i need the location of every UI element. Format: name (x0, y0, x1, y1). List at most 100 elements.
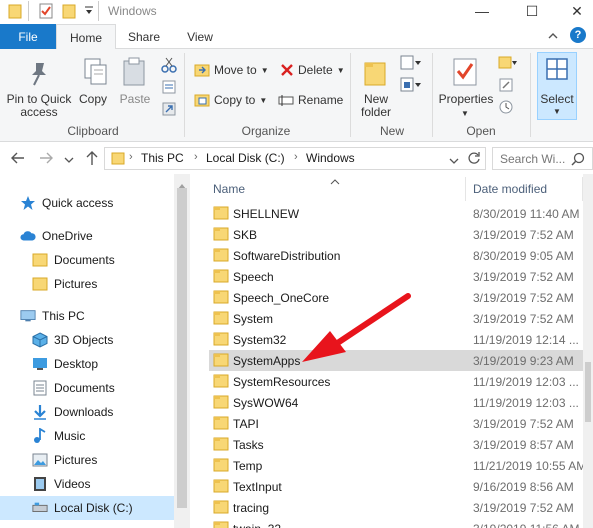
move-to-button[interactable]: Move to ▼ (194, 63, 269, 77)
nav-item-local-disk[interactable]: Local Disk (C:) (0, 496, 174, 520)
breadcrumb-chevron-icon[interactable]: › (129, 151, 133, 163)
nav-item-quick-access[interactable]: Quick access (20, 192, 170, 214)
file-list-scrollbar[interactable] (583, 174, 593, 528)
file-row[interactable]: SHELLNEW 8/30/2019 11:40 AM (209, 203, 583, 224)
properties-dropdown-icon[interactable]: ▼ (461, 109, 469, 118)
nav-item-documents[interactable]: Documents (32, 377, 170, 399)
address-bar[interactable]: › This PC › Local Disk (C:) › Windows (104, 147, 486, 170)
nav-item-music[interactable]: Music (32, 425, 170, 447)
file-date-modified: 3/19/2019 8:57 AM (473, 438, 574, 452)
ribbon-separator (350, 53, 351, 137)
nav-item-onedrive[interactable]: OneDrive (20, 225, 170, 247)
column-header-date-modified[interactable]: Date modified (473, 182, 547, 196)
file-row[interactable]: SoftwareDistribution 8/30/2019 9:05 AM (209, 245, 583, 266)
folder-icon (213, 248, 229, 265)
file-name: Speech_OneCore (233, 291, 330, 305)
nav-scrollbar[interactable] (174, 174, 190, 528)
copy-path-icon[interactable] (161, 79, 177, 98)
column-header-name[interactable]: Name (213, 182, 245, 196)
up-arrow-icon[interactable] (85, 150, 99, 169)
file-name: tracing (233, 501, 270, 515)
breadcrumb-this-pc[interactable]: This PC (141, 151, 184, 165)
folder-icon (8, 3, 22, 22)
file-date-modified: 9/16/2019 8:56 AM (473, 480, 574, 494)
help-button[interactable]: ? (570, 27, 586, 43)
minimize-button[interactable]: — (460, 0, 504, 22)
file-row[interactable]: SysWOW64 11/19/2019 12:03 ... (209, 392, 583, 413)
new-folder-button[interactable]: New folder (356, 93, 396, 119)
nav-item-downloads[interactable]: Downloads (32, 401, 170, 423)
file-row[interactable]: Temp 11/21/2019 10:55 AM (209, 455, 586, 476)
recent-locations-icon[interactable] (64, 153, 74, 167)
breadcrumb-local-disk[interactable]: Local Disk (C:) (206, 151, 285, 165)
nav-item-pictures[interactable]: Pictures (32, 449, 170, 471)
rename-button[interactable]: Rename (278, 93, 343, 107)
file-row[interactable]: tracing 3/19/2019 7:52 AM (209, 497, 583, 518)
collapse-ribbon-icon[interactable] (547, 30, 559, 44)
refresh-icon[interactable] (467, 151, 481, 168)
file-row[interactable]: SKB 3/19/2019 7:52 AM (209, 224, 583, 245)
nav-item-videos[interactable]: Videos (32, 473, 170, 495)
copy-button[interactable]: Copy (76, 93, 110, 106)
search-box[interactable]: Search Wi... (492, 147, 593, 170)
ribbon-separator (184, 53, 185, 137)
tab-file[interactable]: File (0, 24, 56, 49)
open-icon[interactable] (498, 55, 518, 74)
rename-label: Rename (298, 93, 344, 107)
tab-share[interactable]: Share (120, 24, 168, 49)
folder-icon (213, 227, 229, 244)
file-row[interactable]: SystemApps 3/19/2019 9:23 AM (209, 350, 583, 371)
paste-button[interactable]: Paste (116, 93, 154, 106)
breadcrumb-chevron-icon[interactable]: › (194, 151, 198, 163)
search-input[interactable]: Search Wi... (500, 152, 565, 166)
forward-arrow-icon[interactable] (38, 151, 54, 168)
nav-item-onedrive-pictures[interactable]: Pictures (32, 273, 170, 295)
file-list-scrollbar-thumb[interactable] (585, 362, 591, 422)
file-row[interactable]: TAPI 3/19/2019 7:52 AM (209, 413, 583, 434)
organize-group-label: Organize (241, 124, 291, 138)
nav-item-this-pc[interactable]: This PC (20, 305, 170, 327)
folder-icon (213, 437, 229, 454)
nav-scrollbar-thumb[interactable] (177, 188, 187, 508)
tab-view[interactable]: View (176, 24, 224, 49)
file-row[interactable]: System32 11/19/2019 12:14 ... (209, 329, 583, 350)
nav-item-3d-objects[interactable]: 3D Objects (32, 329, 170, 351)
paste-shortcut-icon[interactable] (161, 101, 177, 120)
properties-quick-icon[interactable] (38, 3, 54, 22)
copy-to-button[interactable]: Copy to ▼ (194, 93, 267, 107)
file-row[interactable]: TextInput 9/16/2019 8:56 AM (209, 476, 583, 497)
address-dropdown-icon[interactable] (449, 154, 459, 168)
cut-icon[interactable] (161, 57, 177, 76)
nav-item-desktop[interactable]: Desktop (32, 353, 170, 375)
easy-access-icon[interactable] (400, 77, 422, 96)
file-row[interactable]: System 3/19/2019 7:52 AM (209, 308, 583, 329)
file-name: TAPI (233, 417, 259, 431)
breadcrumb-windows[interactable]: Windows (306, 151, 355, 165)
nav-item-onedrive-documents[interactable]: Documents (32, 249, 170, 271)
file-row[interactable]: SystemResources 11/19/2019 12:03 ... (209, 371, 583, 392)
tab-home[interactable]: Home (56, 24, 116, 50)
customize-quick-access-icon[interactable] (84, 4, 94, 19)
file-row[interactable]: Tasks 3/19/2019 8:57 AM (209, 434, 583, 455)
history-icon[interactable] (498, 99, 514, 118)
column-divider[interactable] (465, 177, 466, 201)
new-folder-quick-icon[interactable] (62, 3, 76, 22)
edit-icon[interactable] (498, 77, 514, 96)
file-row[interactable]: twain_32 3/19/2019 11:56 AM (209, 518, 583, 528)
pin-to-quick-access-button[interactable]: Pin to Quick access (4, 93, 74, 119)
file-row[interactable]: Speech_OneCore 3/19/2019 7:52 AM (209, 287, 583, 308)
breadcrumb-chevron-icon[interactable]: › (294, 151, 298, 163)
file-row[interactable]: Speech 3/19/2019 7:52 AM (209, 266, 583, 287)
new-folder-label-line2: folder (360, 105, 392, 119)
properties-button[interactable]: Properties (436, 93, 496, 106)
back-arrow-icon[interactable] (10, 151, 26, 168)
new-item-icon[interactable] (400, 55, 422, 74)
maximize-button[interactable]: ☐ (510, 0, 554, 22)
folder-icon (32, 276, 48, 292)
file-date-modified: 8/30/2019 11:40 AM (473, 207, 580, 221)
close-button[interactable]: ✕ (555, 0, 593, 22)
delete-button[interactable]: Delete ▼ (280, 63, 345, 77)
title-separator (98, 1, 99, 21)
ribbon-separator (530, 53, 531, 137)
properties-icon (452, 57, 478, 90)
